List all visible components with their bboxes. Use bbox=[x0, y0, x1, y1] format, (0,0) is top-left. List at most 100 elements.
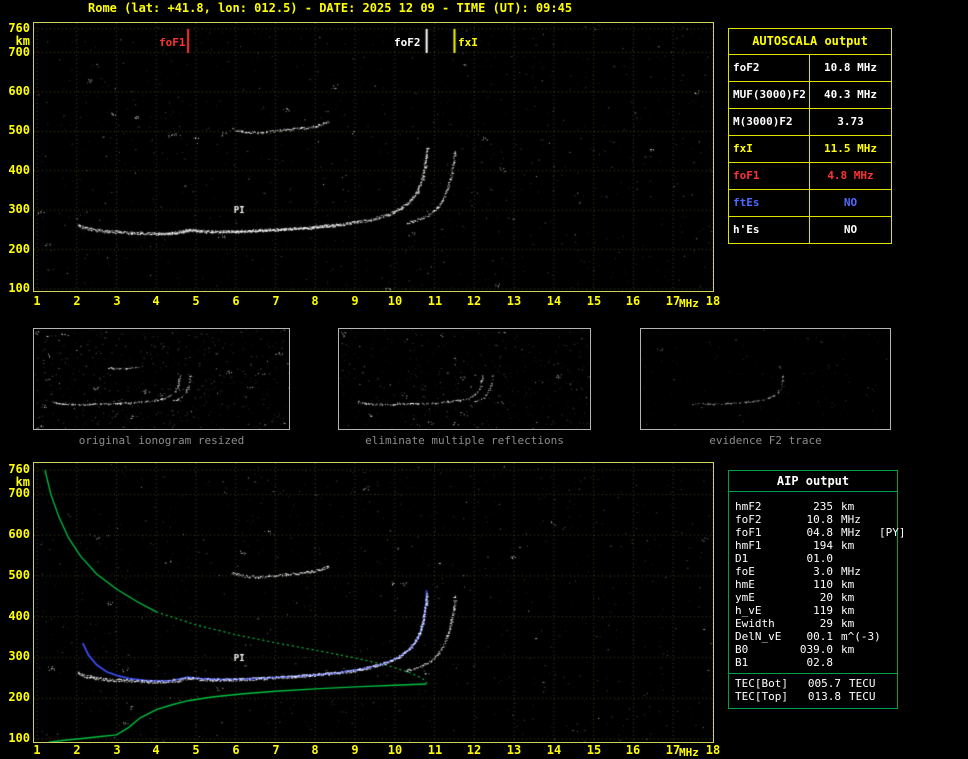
autoscala-param-value: 40.3 MHz bbox=[824, 88, 877, 101]
aip-param-value: 110 bbox=[813, 578, 833, 591]
autoscala-row: h'Es NO bbox=[729, 217, 891, 243]
aip-param-value: 119 bbox=[813, 604, 833, 617]
tec-value: 005.7 bbox=[807, 677, 841, 690]
aip-param-note bbox=[877, 552, 895, 565]
autoscala-param-label: foF1 bbox=[729, 163, 810, 189]
aip-param-unit: MHz bbox=[841, 565, 861, 578]
tec-unit: TECU bbox=[849, 677, 876, 690]
aip-row: DelN_vE 00.1 m^(-3) bbox=[735, 630, 895, 643]
autoscala-row: M(3000)F2 3.73 bbox=[729, 109, 891, 136]
thumbnail-reflections-canvas bbox=[339, 329, 590, 429]
fof2-marker-label: foF2 bbox=[394, 36, 421, 49]
tec-label: TEC[Top] bbox=[735, 690, 788, 703]
aip-param-note bbox=[877, 539, 895, 552]
fof1-marker-label: foF1 bbox=[159, 36, 186, 49]
aip-param-value: 00.1 bbox=[806, 630, 834, 643]
x-axis-tick-profile: 14 bbox=[546, 743, 562, 757]
aip-param-note bbox=[877, 604, 895, 617]
y-axis-tick-main: 100 bbox=[8, 281, 30, 295]
x-axis-tick-main: 10 bbox=[387, 294, 403, 308]
aip-param-label: D1 bbox=[735, 552, 749, 565]
x-axis-tick-profile: 9 bbox=[351, 743, 359, 757]
x-axis-tick-profile: 15 bbox=[586, 743, 602, 757]
thumbnail-original-ionogram bbox=[33, 328, 290, 430]
thumbnail-multiple-reflections bbox=[338, 328, 591, 430]
aip-row: foE 3.0 MHz bbox=[735, 565, 895, 578]
tec-unit: TECU bbox=[849, 690, 876, 703]
thumbnail-caption-original: original ionogram resized bbox=[78, 434, 245, 447]
aip-param-note bbox=[877, 565, 895, 578]
aip-param-value: 3.0 bbox=[813, 565, 833, 578]
aip-row: Ewidth 29 km bbox=[735, 617, 895, 630]
x-axis-tick-main: 1 bbox=[33, 294, 41, 308]
autoscala-param-value: 4.8 MHz bbox=[827, 169, 874, 182]
aip-param-value: 039.0 bbox=[799, 643, 833, 656]
aip-output-table: AIP output hmF2 235 km foF2 10.8 MHz foF1 04.8 M… bbox=[728, 470, 906, 709]
x-axis-tick-main: 17 bbox=[665, 294, 681, 308]
autoscala-output-table: AUTOSCALA output foF2 10.8 MHz MUF(3000)F2… bbox=[728, 28, 892, 244]
x-axis-tick-profile: 2 bbox=[73, 743, 81, 757]
x-axis-tick-main: 3 bbox=[113, 294, 121, 308]
aip-row: B0 039.0 km bbox=[735, 643, 895, 656]
aip-param-unit: km bbox=[841, 539, 855, 552]
x-axis-tick-profile: 12 bbox=[466, 743, 482, 757]
aip-row: D1 01.0 bbox=[735, 552, 895, 565]
x-axis-tick-profile: 3 bbox=[113, 743, 121, 757]
x-axis-tick-profile: 6 bbox=[232, 743, 240, 757]
aip-param-label: Ewidth bbox=[735, 617, 775, 630]
x-axis-tick-main: 8 bbox=[311, 294, 319, 308]
x-axis-tick-profile: 17 bbox=[665, 743, 681, 757]
y-axis-tick-main: 500 bbox=[8, 123, 30, 137]
autoscala-row: fxI 11.5 MHz bbox=[729, 136, 891, 163]
aip-param-label: foF2 bbox=[735, 513, 762, 526]
aip-tec-rows: TEC[Bot] 005.7 TECU TEC[Top] 013.8 TECU bbox=[729, 673, 897, 708]
autoscala-param-label: M(3000)F2 bbox=[729, 109, 810, 135]
aip-param-note bbox=[877, 630, 895, 643]
aip-param-label: hmF1 bbox=[735, 539, 762, 552]
aip-param-unit: km bbox=[841, 604, 855, 617]
aip-param-label: B0 bbox=[735, 643, 749, 656]
aip-param-unit: m^(-3) bbox=[841, 630, 881, 643]
fxi-marker-label: fxI bbox=[458, 36, 478, 49]
aip-row: hmF1 194 km bbox=[735, 539, 895, 552]
y-axis-tick-profile: 200 bbox=[8, 690, 30, 704]
aip-param-unit: km bbox=[841, 578, 855, 591]
thumbnail-original-canvas bbox=[34, 329, 289, 429]
y-axis-tick-profile: 500 bbox=[8, 568, 30, 582]
x-axis-tick-main: 14 bbox=[546, 294, 562, 308]
aip-param-value: 194 bbox=[813, 539, 833, 552]
tec-label: TEC[Bot] bbox=[735, 677, 788, 690]
aip-param-label: DelN_vE bbox=[735, 630, 782, 643]
x-axis-tick-main: 12 bbox=[466, 294, 482, 308]
aip-row: h_vE 119 km bbox=[735, 604, 895, 617]
aip-param-unit: km bbox=[841, 500, 855, 513]
x-axis-tick-main: 6 bbox=[232, 294, 240, 308]
aip-param-value: 10.8 bbox=[806, 513, 834, 526]
autoscala-row: ftEs NO bbox=[729, 190, 891, 217]
x-axis-tick-main: 15 bbox=[586, 294, 602, 308]
aip-param-note: [PY] bbox=[879, 526, 906, 539]
aip-param-label: foF1 bbox=[735, 526, 762, 539]
x-axis-tick-profile: 1 bbox=[33, 743, 41, 757]
autoscala-param-label: foF2 bbox=[729, 55, 810, 81]
autoscala-param-label: MUF(3000)F2 bbox=[729, 82, 810, 108]
main-ionogram-panel bbox=[33, 22, 714, 292]
x-axis-tick-profile: 8 bbox=[311, 743, 319, 757]
x-axis-tick-profile: 7 bbox=[272, 743, 280, 757]
x-axis-tick-profile: 18 bbox=[705, 743, 721, 757]
aip-row: foF2 10.8 MHz bbox=[735, 513, 895, 526]
autoscala-param-value: NO bbox=[843, 223, 858, 236]
x-axis-tick-profile: 10 bbox=[387, 743, 403, 757]
aip-param-unit bbox=[835, 552, 877, 565]
aip-param-note bbox=[877, 578, 895, 591]
aip-param-unit: km bbox=[841, 643, 855, 656]
aip-param-note bbox=[877, 500, 895, 513]
y-axis-tick-profile: 400 bbox=[8, 609, 30, 623]
aip-param-label: hmE bbox=[735, 578, 755, 591]
x-axis-tick-main: 4 bbox=[152, 294, 160, 308]
x-axis-tick-main: 9 bbox=[351, 294, 359, 308]
autoscala-param-value: NO bbox=[843, 196, 858, 209]
aip-row: hmF2 235 km bbox=[735, 500, 895, 513]
aip-param-note bbox=[877, 591, 895, 604]
aip-param-value: 04.8 bbox=[806, 526, 834, 539]
